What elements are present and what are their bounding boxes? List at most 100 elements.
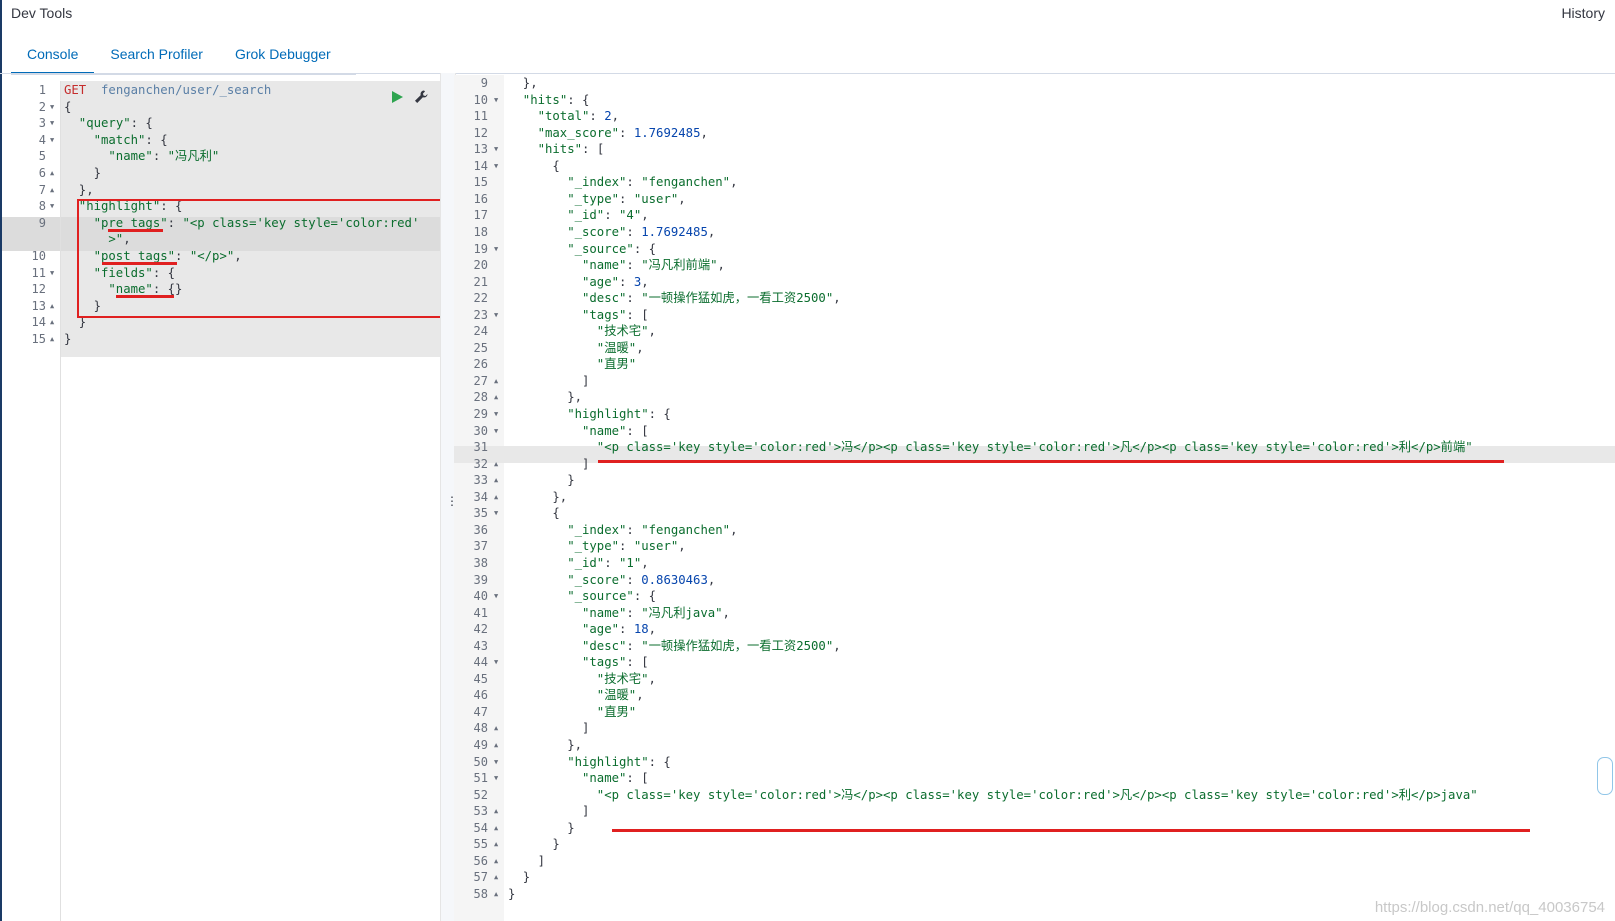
line-number: 11 [31, 265, 46, 280]
token-punct: }, [567, 738, 582, 752]
code-text: "name": "冯凡利前端", [582, 257, 725, 274]
token-str: "直男" [596, 704, 637, 719]
line-number: 52 [473, 787, 488, 802]
code-text: "直男" [597, 356, 636, 373]
fold-open-icon[interactable]: ▼ [494, 406, 498, 423]
token-punct: , [730, 175, 738, 190]
fold-close-icon[interactable]: ▲ [50, 165, 54, 182]
code-text: } [567, 472, 574, 489]
tab-console[interactable]: Console [11, 38, 95, 74]
tab-grok-debugger[interactable]: Grok Debugger [219, 38, 347, 72]
line-number: 50 [473, 754, 488, 769]
fold-close-icon[interactable]: ▲ [494, 869, 498, 886]
fold-open-icon[interactable]: ▼ [50, 198, 54, 215]
code-text: { [552, 158, 559, 175]
token-punct: : [ [626, 771, 649, 786]
fold-close-icon[interactable]: ▲ [494, 373, 498, 390]
fold-close-icon[interactable]: ▲ [50, 298, 54, 315]
token-key: "_source" [567, 589, 634, 604]
fold-open-icon[interactable]: ▼ [50, 265, 54, 282]
code-text: "max_score": 1.7692485, [538, 125, 708, 142]
token-punct: , [717, 258, 725, 273]
fold-close-icon[interactable]: ▲ [494, 389, 498, 406]
fold-open-icon[interactable]: ▼ [494, 423, 498, 440]
tab-search-profiler[interactable]: Search Profiler [94, 38, 219, 72]
fold-close-icon[interactable]: ▲ [50, 331, 54, 348]
fold-open-icon[interactable]: ▼ [50, 99, 54, 116]
token-punct: : [626, 638, 642, 653]
annotation-underline [116, 295, 174, 298]
code-text: }, [79, 182, 94, 199]
line-number: 15 [31, 332, 46, 346]
fold-open-icon[interactable]: ▼ [494, 158, 498, 175]
token-punct: : [604, 208, 620, 223]
code-text: "技术宅", [597, 671, 656, 688]
tab-divider [0, 73, 1615, 74]
fold-open-icon[interactable]: ▼ [494, 654, 498, 671]
token-key: "match" [93, 132, 146, 147]
fold-open-icon[interactable]: ▼ [50, 132, 54, 149]
token-str: "温暖" [596, 340, 637, 355]
fold-close-icon[interactable]: ▲ [494, 803, 498, 820]
token-punct: , [611, 109, 620, 124]
token-key: "highlight" [567, 407, 649, 421]
token-punct: , [707, 572, 716, 587]
code-line: 9}, [454, 75, 1615, 92]
history-link[interactable]: History [1561, 5, 1605, 21]
fold-close-icon[interactable]: ▲ [494, 456, 498, 473]
token-key: "_score" [567, 572, 627, 587]
code-text: "tags": [ [582, 654, 649, 671]
fold-open-icon[interactable]: ▼ [494, 505, 498, 522]
fold-close-icon[interactable]: ▲ [50, 182, 54, 199]
code-line: 4 ▼ "match": { [2, 132, 440, 149]
code-text: "name": "冯凡利java", [582, 605, 730, 622]
line-number: 10 [31, 249, 46, 263]
code-text: }, [567, 389, 582, 406]
token-punct: ] [537, 853, 545, 868]
line-number: 18 [473, 224, 488, 239]
fold-close-icon[interactable]: ▲ [494, 820, 498, 837]
code-text: "_id": "4", [567, 207, 648, 224]
token-punct: : [626, 522, 642, 537]
token-str: "user" [633, 539, 679, 554]
code-text: "desc": "一顿操作猛如虎，一看工资2500", [582, 638, 841, 655]
wrench-icon[interactable] [413, 89, 429, 105]
fold-close-icon[interactable]: ▲ [50, 314, 54, 331]
fold-close-icon[interactable]: ▲ [494, 886, 498, 903]
fold-close-icon[interactable]: ▲ [494, 853, 498, 870]
title-bar: Dev Tools History [0, 0, 1615, 30]
fold-open-icon[interactable]: ▼ [494, 588, 498, 605]
line-number: 56 [473, 853, 488, 868]
fold-close-icon[interactable]: ▲ [494, 737, 498, 754]
line-number: 31 [473, 440, 488, 455]
fold-open-icon[interactable]: ▼ [494, 241, 498, 258]
fold-close-icon[interactable]: ▲ [494, 720, 498, 737]
code-line: 24 "技术宅", [454, 323, 1615, 340]
token-punct: : [619, 274, 634, 289]
run-request-icon[interactable] [390, 90, 404, 104]
fold-close-icon[interactable]: ▲ [494, 836, 498, 853]
fold-close-icon[interactable]: ▲ [494, 472, 498, 489]
line-number: 37 [473, 539, 488, 554]
scroll-knob[interactable] [1597, 757, 1613, 795]
code-text: } [64, 331, 71, 348]
fold-open-icon[interactable]: ▼ [494, 307, 498, 324]
code-text: "hits": { [523, 92, 590, 109]
fold-open-icon[interactable]: ▼ [494, 770, 498, 787]
token-url: fenganchen/user/_search [101, 83, 272, 97]
fold-open-icon[interactable]: ▼ [494, 92, 498, 109]
token-punct: , [707, 224, 716, 239]
code-line: 6 ▲} [2, 165, 440, 182]
code-text: } [508, 886, 515, 903]
fold-open-icon[interactable]: ▼ [50, 115, 54, 132]
response-viewer[interactable]: 9}, 10 ▼ "hits": {11 "total": 2, 12 "max_score… [454, 75, 1615, 921]
code-line: 30 ▼ "name": [ [454, 423, 1615, 440]
code-text: "技术宅", [597, 323, 656, 340]
line-number: 49 [473, 738, 488, 752]
token-punct: , [730, 522, 738, 537]
fold-open-icon[interactable]: ▼ [494, 754, 498, 771]
code-text: ] [582, 720, 589, 737]
fold-close-icon[interactable]: ▲ [494, 489, 498, 506]
code-line: 14 ▼ { [454, 158, 1615, 175]
fold-open-icon[interactable]: ▼ [494, 141, 498, 158]
